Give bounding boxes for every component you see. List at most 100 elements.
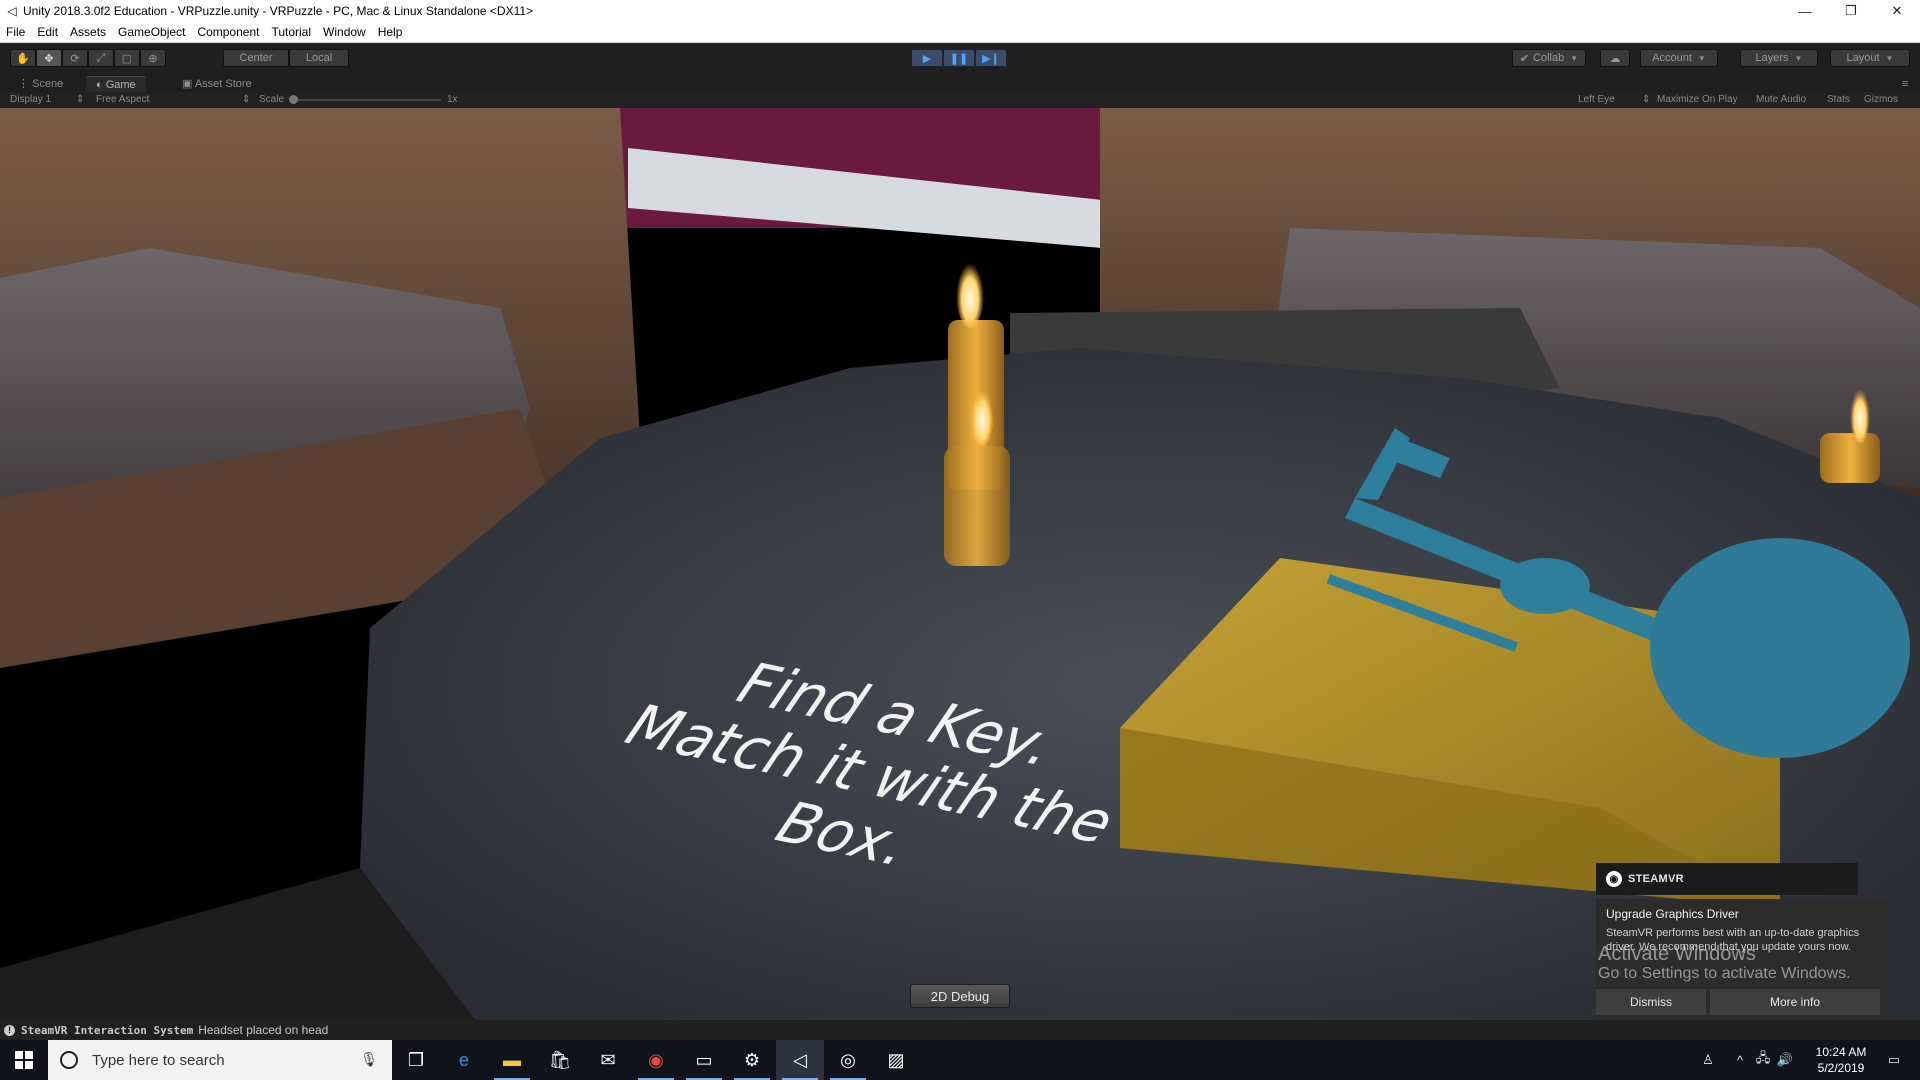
eye-dropdown[interactable]: Left Eye xyxy=(1578,94,1615,106)
candle-right xyxy=(1820,433,1880,483)
pause-icon: ❚❚ xyxy=(949,52,969,65)
candle-flame xyxy=(970,382,994,446)
menu-gameobject[interactable]: GameObject xyxy=(112,22,191,42)
activation-subtitle: Go to Settings to activate Windows. xyxy=(1598,965,1851,982)
gizmos-dropdown[interactable]: Gizmos xyxy=(1864,94,1898,106)
chevron-updown-icon: ⇕ xyxy=(1642,94,1651,105)
chevron-down-icon: ▼ xyxy=(1570,53,1579,63)
mail-button[interactable]: ✉ xyxy=(584,1040,632,1080)
rect-tool-button[interactable]: ▢ xyxy=(114,49,140,67)
2d-debug-button[interactable]: 2D Debug xyxy=(910,984,1010,1008)
steamvr-taskbar-button[interactable]: ◎ xyxy=(824,1040,872,1080)
activation-watermark: Activate Windows Go to Settings to activ… xyxy=(1598,944,1851,984)
pause-button[interactable]: ❚❚ xyxy=(943,49,975,67)
photos-icon: ▨ xyxy=(887,1049,905,1070)
cloud-icon: ☁ xyxy=(1609,52,1621,65)
tray-chevron-up-icon[interactable]: ^ xyxy=(1730,1040,1750,1080)
folder-icon: ▬ xyxy=(503,1049,521,1070)
store-icon: 🛍 xyxy=(548,1049,572,1070)
aspect-dropdown[interactable]: Free Aspect xyxy=(96,94,149,106)
hand-tool-button[interactable]: ✋ xyxy=(10,49,36,67)
photos-button[interactable]: ▨ xyxy=(872,1040,920,1080)
chrome-icon: ◉ xyxy=(648,1049,664,1070)
volume-icon[interactable]: 🔊 xyxy=(1774,1040,1796,1080)
dismiss-button[interactable]: Dismiss xyxy=(1596,989,1706,1015)
menu-assets[interactable]: Assets xyxy=(64,22,112,42)
people-icon[interactable]: ♙ xyxy=(1696,1040,1720,1080)
status-message: Headset placed on head xyxy=(198,1023,329,1037)
menu-help[interactable]: Help xyxy=(372,22,409,42)
status-bar[interactable]: ! SteamVR Interaction System Headset pla… xyxy=(0,1020,1920,1040)
window-title: Unity 2018.3.0f2 Education - VRPuzzle.un… xyxy=(23,4,534,18)
steamvr-notification: ◉ STEAMVR Upgrade Graphics Driver SteamV… xyxy=(1596,863,1890,1020)
candle-flame xyxy=(956,256,984,328)
candle-flame xyxy=(1850,383,1870,443)
edge-button[interactable]: e xyxy=(440,1040,488,1080)
unity-icon: ◁ xyxy=(7,4,17,18)
menu-file[interactable]: File xyxy=(0,22,31,42)
mute-audio-toggle[interactable]: Mute Audio xyxy=(1756,94,1806,106)
maximize-on-play-toggle[interactable]: Maximize On Play xyxy=(1657,94,1738,106)
unity-taskbar-button[interactable]: ◁ xyxy=(776,1040,824,1080)
minimize-button[interactable]: — xyxy=(1782,0,1828,22)
menu-bar: File Edit Assets GameObject Component Tu… xyxy=(0,22,1920,43)
store-button[interactable]: 🛍 xyxy=(536,1040,584,1080)
scale-icon: ⤢ xyxy=(96,51,106,64)
tab-asset-store[interactable]: ▣ Asset Store xyxy=(172,76,262,92)
rotate-tool-button[interactable]: ⟳ xyxy=(62,49,88,67)
steamvr-brand: STEAMVR xyxy=(1628,873,1684,885)
network-icon[interactable]: 🖧 xyxy=(1752,1040,1774,1080)
vr-icon: ▭ xyxy=(695,1049,713,1070)
notification-title: Upgrade Graphics Driver xyxy=(1606,907,1739,921)
display-dropdown[interactable]: Display 1 xyxy=(10,94,51,106)
steamvr-icon: ◎ xyxy=(840,1049,856,1070)
layers-label: Layers xyxy=(1755,52,1789,64)
account-dropdown[interactable]: Account ▼ xyxy=(1640,49,1718,67)
move-tool-button[interactable]: ✥ xyxy=(36,49,62,67)
task-view-button[interactable]: ❐ xyxy=(392,1040,440,1080)
step-button[interactable]: ▶❙ xyxy=(975,49,1007,67)
start-button[interactable] xyxy=(0,1040,48,1080)
menu-tutorial[interactable]: Tutorial xyxy=(265,22,317,42)
more-info-button[interactable]: More info xyxy=(1710,989,1880,1015)
close-button[interactable]: ✕ xyxy=(1874,0,1920,22)
pivot-local-toggle[interactable]: Local xyxy=(289,49,349,67)
chevron-down-icon: ▼ xyxy=(1885,53,1894,63)
pivot-center-toggle[interactable]: Center xyxy=(223,49,289,67)
transform-icon: ⊕ xyxy=(148,52,158,65)
scale-slider-handle[interactable] xyxy=(289,95,298,104)
collab-dropdown[interactable]: ✔ Collab ▼ xyxy=(1512,49,1586,67)
taskbar-clock[interactable]: 10:24 AM 5/2/2019 xyxy=(1796,1044,1886,1076)
transform-tool-button[interactable]: ⊕ xyxy=(140,49,166,67)
pivot-label: Center xyxy=(239,52,273,64)
window-title-bar: ◁ Unity 2018.3.0f2 Education - VRPuzzle.… xyxy=(0,0,1920,22)
oculus-button[interactable]: ▭ xyxy=(680,1040,728,1080)
mail-icon: ✉ xyxy=(600,1049,616,1070)
play-button[interactable]: ▶ xyxy=(911,49,943,67)
steam-icon: ⚙ xyxy=(743,1049,761,1070)
cloud-button[interactable]: ☁ xyxy=(1600,49,1630,67)
scale-tool-button[interactable]: ⤢ xyxy=(88,49,114,67)
action-center-icon[interactable]: ▭ xyxy=(1874,1040,1914,1080)
maximize-button[interactable]: ❐ xyxy=(1828,0,1874,22)
layout-dropdown[interactable]: Layout ▼ xyxy=(1830,49,1910,67)
tab-menu-icon[interactable]: ≡ xyxy=(1892,76,1918,92)
layout-label: Layout xyxy=(1846,52,1880,64)
menu-window[interactable]: Window xyxy=(317,22,372,42)
menu-edit[interactable]: Edit xyxy=(31,22,64,42)
taskbar-search[interactable]: Type here to search 🎙 xyxy=(48,1040,392,1080)
microphone-icon[interactable]: 🎙 xyxy=(360,1051,378,1068)
scale-slider[interactable] xyxy=(289,99,441,101)
tab-game[interactable]: ◐ Game xyxy=(86,76,146,92)
chrome-button[interactable]: ◉ xyxy=(632,1040,680,1080)
space-label: Local xyxy=(305,52,333,64)
collab-label: Collab xyxy=(1533,52,1565,64)
account-label: Account xyxy=(1652,52,1692,64)
tab-scene[interactable]: ⋮ Scene xyxy=(8,76,73,92)
menu-component[interactable]: Component xyxy=(191,22,265,42)
layers-dropdown[interactable]: Layers ▼ xyxy=(1740,49,1818,67)
stats-toggle[interactable]: Stats xyxy=(1827,94,1850,106)
file-explorer-button[interactable]: ▬ xyxy=(488,1040,536,1080)
steam-button[interactable]: ⚙ xyxy=(728,1040,776,1080)
unity-toolbar: ✋ ✥ ⟳ ⤢ ▢ ⊕ Center Local ▶ ❚❚ ▶❙ ✔ Collab… xyxy=(0,43,1920,74)
